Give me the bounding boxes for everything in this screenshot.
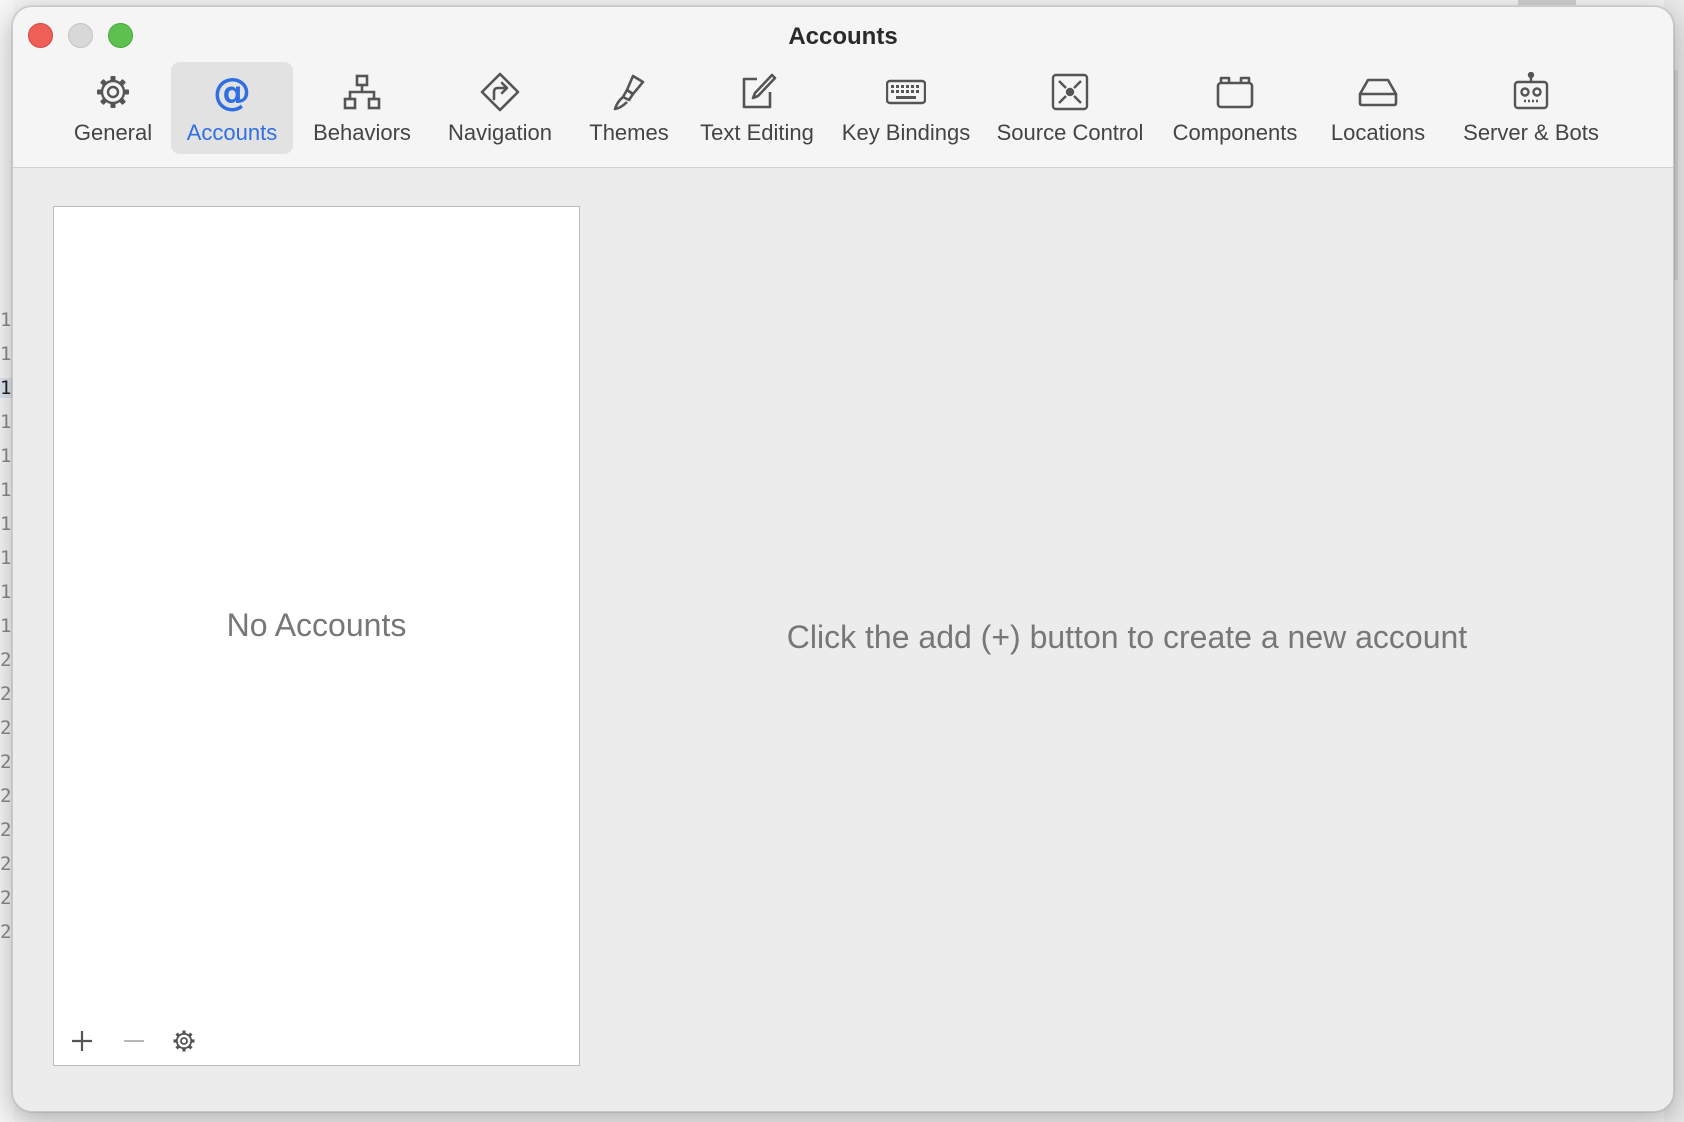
paintbrush-icon <box>609 72 649 112</box>
gutter-line-number: 2 <box>0 649 12 671</box>
tab-general[interactable]: General <box>58 62 168 154</box>
gutter-line-number: 2 <box>0 853 12 875</box>
tab-label: Source Control <box>996 120 1144 145</box>
hierarchy-icon <box>342 72 382 112</box>
titlebar: Accounts General @ Accounts Behaviors Na… <box>13 7 1673 168</box>
create-account-hint: Click the add (+) button to create a new… <box>786 619 1468 655</box>
robot-icon <box>1511 72 1551 112</box>
tab-locations[interactable]: Locations <box>1317 62 1439 154</box>
at-sign-icon: @ <box>212 72 252 112</box>
gutter-line-number: 1 <box>0 479 12 501</box>
tab-navigation[interactable]: Navigation <box>431 62 569 154</box>
tab-themes[interactable]: Themes <box>579 62 679 154</box>
add-account-button[interactable] <box>68 1027 96 1055</box>
tab-label: Accounts <box>186 120 278 145</box>
gear-icon <box>93 72 133 112</box>
gutter-line-number: 2 <box>0 887 12 909</box>
svg-text:@: @ <box>213 72 251 112</box>
remove-account-button[interactable] <box>120 1027 148 1055</box>
empty-list-message: No Accounts <box>226 607 407 643</box>
gutter-line-number: 1 <box>0 445 12 467</box>
tab-label: Text Editing <box>700 120 814 145</box>
turn-right-sign-icon <box>480 72 520 112</box>
window-title: Accounts <box>788 23 898 50</box>
folder-box-icon <box>1215 72 1255 112</box>
drive-icon <box>1358 72 1398 112</box>
list-footer-toolbar <box>54 1017 579 1065</box>
gutter-line-number: 2 <box>0 751 12 773</box>
account-settings-button[interactable] <box>170 1027 198 1055</box>
tab-label: Key Bindings <box>841 120 971 145</box>
gutter-line-number: 2 <box>0 819 12 841</box>
gutter-line-number: 1 <box>0 513 12 535</box>
gutter-line-number: 2 <box>0 921 12 943</box>
accounts-list[interactable]: No Accounts <box>53 206 580 1066</box>
gutter-line-number: 1 <box>0 547 12 569</box>
tab-label: Themes <box>589 120 669 145</box>
gutter-line-number: 2 <box>0 785 12 807</box>
tab-components[interactable]: Components <box>1163 62 1307 154</box>
tab-key-bindings[interactable]: Key Bindings <box>835 62 977 154</box>
gutter-line-number: 1 <box>0 615 12 637</box>
tab-label: Server & Bots <box>1463 120 1599 145</box>
tab-server-bots[interactable]: Server & Bots <box>1449 62 1613 154</box>
gutter-line-number: 1 <box>0 309 12 331</box>
tab-accounts[interactable]: @ Accounts <box>171 62 293 154</box>
keyboard-icon <box>886 72 926 112</box>
tab-label: Components <box>1172 120 1298 145</box>
tab-source-control[interactable]: Source Control <box>987 62 1153 154</box>
background-tab-edge <box>1518 0 1576 5</box>
gutter-line-number: 1 <box>0 343 12 365</box>
tab-label: General <box>73 120 153 145</box>
tab-label: Locations <box>1330 120 1426 145</box>
gutter-line-number: 1 <box>0 581 12 603</box>
gutter-line-number: 2 <box>0 717 12 739</box>
preferences-toolbar: General @ Accounts Behaviors Navigation … <box>13 62 1673 162</box>
tab-text-editing[interactable]: Text Editing <box>689 62 825 154</box>
source-control-icon <box>1050 72 1090 112</box>
tab-label: Behaviors <box>313 120 411 145</box>
settings-window: Accounts General @ Accounts Behaviors Na… <box>12 6 1674 1112</box>
edit-pencil-icon <box>737 72 777 112</box>
gutter-line-number: 1 <box>0 411 12 433</box>
gutter-line-number: 1 <box>0 377 12 399</box>
tab-behaviors[interactable]: Behaviors <box>303 62 421 154</box>
gutter-line-number: 2 <box>0 683 12 705</box>
tab-label: Navigation <box>448 120 552 145</box>
